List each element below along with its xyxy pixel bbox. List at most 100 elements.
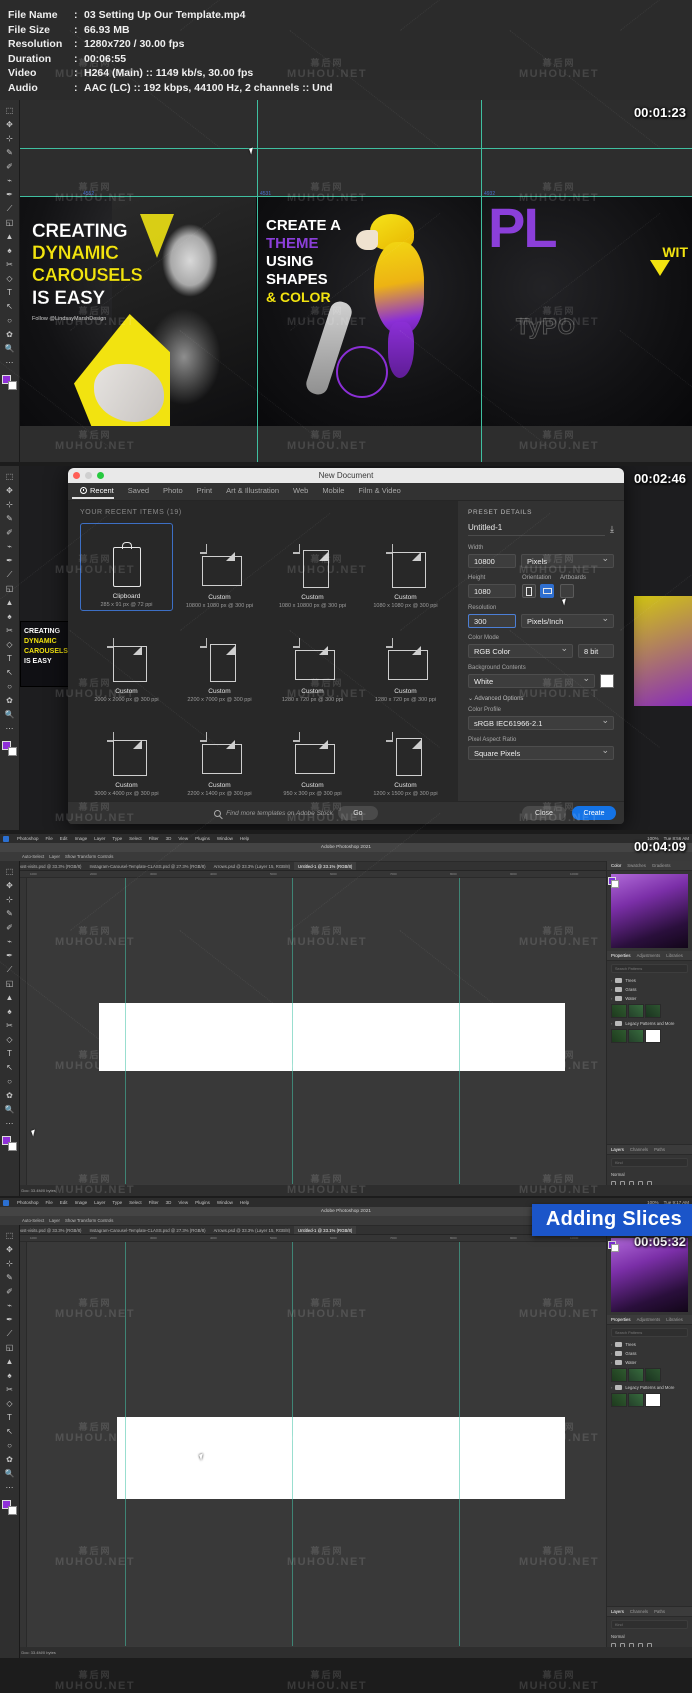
- tab-mobile[interactable]: Mobile: [322, 486, 344, 498]
- tab-properties[interactable]: Properties: [611, 1317, 631, 1322]
- tool-11[interactable]: ✂: [3, 1019, 17, 1032]
- tool-18[interactable]: ⋯: [3, 1481, 17, 1494]
- menu-window[interactable]: Window: [217, 1200, 233, 1205]
- vertical-guide[interactable]: [125, 878, 126, 1184]
- pattern-swatch[interactable]: [628, 1004, 644, 1018]
- tool-9[interactable]: ▲: [3, 1355, 17, 1368]
- go-button[interactable]: Go: [337, 806, 378, 820]
- tab-layers[interactable]: Layers: [611, 1147, 624, 1152]
- tool-12[interactable]: ◇: [3, 1033, 17, 1046]
- pixel-aspect-select[interactable]: Square Pixels: [468, 745, 614, 760]
- option-show-transform-controls[interactable]: Show Transform Controls: [65, 854, 113, 859]
- tool-17[interactable]: 🔍: [3, 342, 17, 355]
- menu-edit[interactable]: Edit: [60, 836, 68, 841]
- tool-5[interactable]: ⌁: [3, 540, 17, 553]
- menu-filter[interactable]: Filter: [149, 1200, 159, 1205]
- tool-1[interactable]: ✥: [3, 484, 17, 497]
- adobe-stock-search[interactable]: Find more templates on Adobe Stock Go: [76, 806, 516, 820]
- background-color-swatch[interactable]: [600, 674, 614, 688]
- tab-saved[interactable]: Saved: [128, 486, 149, 498]
- tool-14[interactable]: ↖: [3, 666, 17, 679]
- doc-tab-3[interactable]: Arrows.psd @ 33.3% (Layer 15, RGB/8): [210, 1226, 294, 1234]
- tab-properties[interactable]: Properties: [611, 953, 631, 958]
- chevron-right-icon[interactable]: ›: [611, 1342, 612, 1347]
- tool-12[interactable]: ◇: [3, 638, 17, 651]
- pattern-group-water[interactable]: › Water: [607, 994, 692, 1003]
- preset-item[interactable]: Custom 1200 x 1500 px @ 300 ppi: [359, 711, 452, 799]
- document-artboard[interactable]: [117, 1417, 565, 1499]
- tool-6[interactable]: ✒: [3, 949, 17, 962]
- tab-adjustments[interactable]: Adjustments: [637, 953, 661, 958]
- pattern-swatch[interactable]: [628, 1029, 644, 1043]
- chevron-right-icon[interactable]: ›: [611, 996, 612, 1001]
- tool-10[interactable]: ♠: [3, 244, 17, 257]
- horizontal-guide[interactable]: [20, 196, 692, 197]
- color-mode-select[interactable]: RGB Color: [468, 643, 573, 658]
- doc-tab-3[interactable]: Arrows.psd @ 33.3% (Layer 15, RGB/8): [210, 862, 294, 870]
- pattern-group-legacy[interactable]: › Legacy Patterns and More: [607, 1383, 692, 1392]
- tool-17[interactable]: 🔍: [3, 1467, 17, 1480]
- tab-photo[interactable]: Photo: [163, 486, 183, 498]
- tool-9[interactable]: ▲: [3, 230, 17, 243]
- menu-plugins[interactable]: Plugins: [195, 836, 210, 841]
- foreground-background-swatch[interactable]: [608, 877, 619, 888]
- chevron-right-icon[interactable]: ›: [611, 1360, 612, 1365]
- tool-2[interactable]: ⊹: [3, 893, 17, 906]
- preset-item[interactable]: Custom 1080 x 10800 px @ 300 ppi: [266, 523, 359, 611]
- tool-15[interactable]: ○: [3, 314, 17, 327]
- menu-file[interactable]: File: [46, 1200, 53, 1205]
- tool-4[interactable]: ✐: [3, 921, 17, 934]
- tool-13[interactable]: T: [3, 1047, 17, 1060]
- tab-channels[interactable]: Channels: [630, 1609, 648, 1614]
- orientation-portrait-button[interactable]: [522, 584, 536, 598]
- menu-filter[interactable]: Filter: [149, 836, 159, 841]
- menu-app-name[interactable]: Photoshop: [17, 836, 39, 841]
- tool-0[interactable]: ⬚: [3, 104, 17, 117]
- pattern-swatch[interactable]: [611, 1029, 627, 1043]
- tool-17[interactable]: 🔍: [3, 708, 17, 721]
- tool-13[interactable]: T: [3, 1411, 17, 1424]
- resolution-unit-select[interactable]: Pixels/Inch: [521, 613, 614, 628]
- photoshop-toolbar[interactable]: ⬚ ✥ ⊹ ✎ ✐ ⌁ ✒ ⟋ ◱ ▲ ♠ ✂ ◇ T ↖ ○ ✿ 🔍 ⋯: [0, 861, 20, 1196]
- photoshop-toolbar[interactable]: ⬚ ✥ ⊹ ✎ ✐ ⌁ ✒ ⟋ ◱ ▲ ♠ ✂ ◇ T ↖ ○ ✿ 🔍 ⋯: [0, 1225, 20, 1658]
- pattern-group-water[interactable]: › Water: [607, 1358, 692, 1367]
- tool-12[interactable]: ◇: [3, 272, 17, 285]
- blend-mode-value[interactable]: Normal: [611, 1172, 625, 1177]
- tool-11[interactable]: ✂: [3, 624, 17, 637]
- color-profile-select[interactable]: sRGB IEC61966-2.1: [468, 715, 614, 730]
- pattern-swatch[interactable]: [645, 1368, 661, 1382]
- document-artboard[interactable]: [99, 1003, 565, 1071]
- vertical-guide[interactable]: [292, 878, 293, 1184]
- color-mode-row[interactable]: RGB Color 8 bit: [468, 643, 614, 658]
- new-document-dialog[interactable]: New Document Recent Saved Photo Print Ar…: [68, 468, 624, 824]
- tab-gradients[interactable]: Gradients: [652, 863, 671, 868]
- tool-13[interactable]: T: [3, 652, 17, 665]
- blend-mode-row[interactable]: Normal: [607, 1632, 692, 1641]
- doc-tab-4[interactable]: Untitled-1 @ 33.1% (RGB/8): [294, 862, 357, 870]
- blend-mode-row[interactable]: Normal: [607, 1170, 692, 1179]
- layers-filter-input[interactable]: Kind: [611, 1158, 688, 1167]
- tool-3[interactable]: ✎: [3, 512, 17, 525]
- color-panel-tabs[interactable]: Color Swatches Gradients: [607, 861, 692, 871]
- options-bar[interactable]: Auto-Select Layer Show Transform Control…: [0, 852, 692, 862]
- chevron-right-icon[interactable]: ›: [611, 1385, 612, 1390]
- menu-3d[interactable]: 3D: [166, 1200, 172, 1205]
- tool-16[interactable]: ✿: [3, 1089, 17, 1102]
- option-layer[interactable]: Layer: [49, 854, 60, 859]
- tool-11[interactable]: ✂: [3, 1383, 17, 1396]
- tool-7[interactable]: ⟋: [3, 963, 17, 976]
- preset-item[interactable]: Custom 1080 x 1080 px @ 300 ppi: [359, 523, 452, 611]
- photoshop-toolbar[interactable]: ⬚ ✥ ⊹ ✎ ✐ ⌁ ✒ ⟋ ◱ ▲ ♠ ✂ ◇ T ↖ ○ ✿ 🔍 ⋯: [0, 466, 20, 830]
- chevron-right-icon[interactable]: ›: [611, 987, 612, 992]
- background-contents-select[interactable]: White: [468, 673, 595, 688]
- tool-13[interactable]: T: [3, 286, 17, 299]
- bit-depth-select[interactable]: 8 bit: [578, 644, 614, 658]
- tab-art-illustration[interactable]: Art & Illustration: [226, 486, 279, 498]
- tool-17[interactable]: 🔍: [3, 1103, 17, 1116]
- dialog-tab-bar[interactable]: Recent Saved Photo Print Art & Illustrat…: [68, 483, 624, 501]
- tool-10[interactable]: ♠: [3, 1005, 17, 1018]
- menu-layer[interactable]: Layer: [94, 836, 105, 841]
- foreground-background-swatch[interactable]: [608, 1241, 619, 1252]
- pattern-swatch-row[interactable]: [607, 1028, 692, 1044]
- tab-libraries[interactable]: Libraries: [666, 953, 682, 958]
